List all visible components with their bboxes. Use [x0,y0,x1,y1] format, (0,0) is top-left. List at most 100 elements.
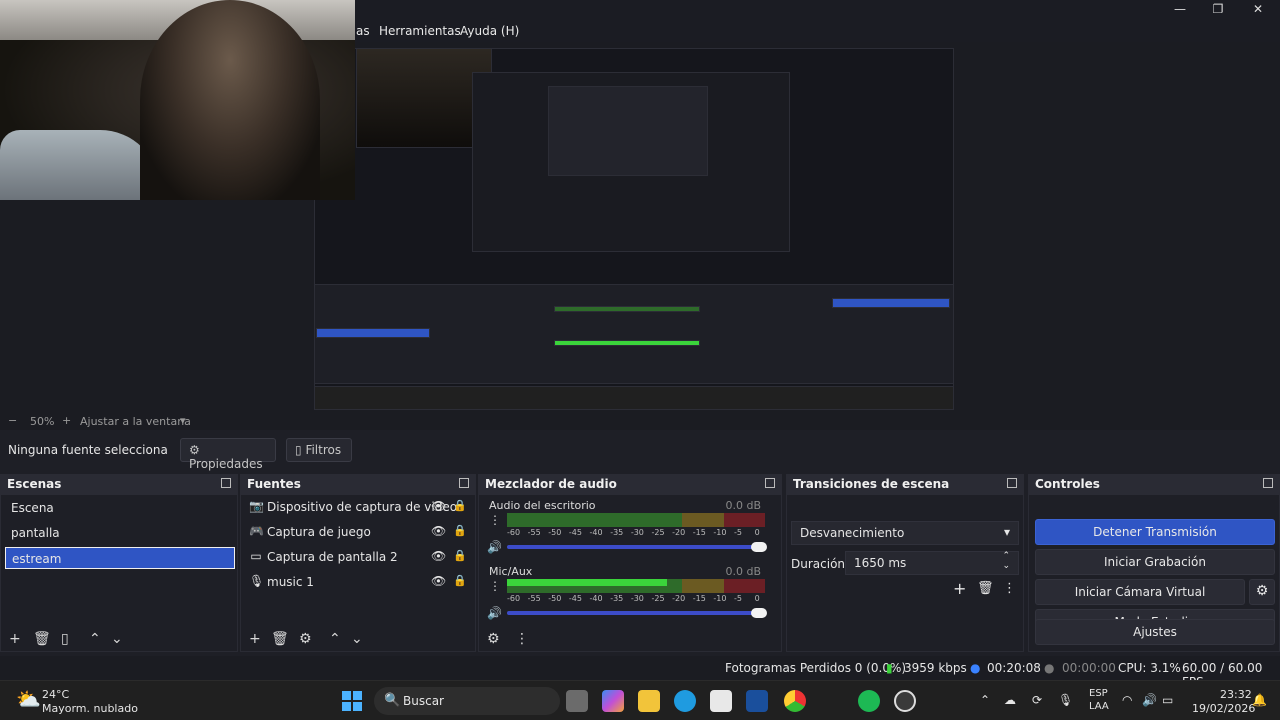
mixer-header: Mezclador de audio [479,475,781,495]
meter-tick-label: -10 [713,528,727,537]
clock-date[interactable]: 19/02/2026 [1192,702,1255,715]
wifi-icon[interactable]: ◠ [1122,693,1132,707]
chevron-down-icon: ▾ [1003,525,1010,539]
source-item[interactable]: ▭ Captura de pantalla 2 👁 🔒 [247,547,471,569]
settings-button[interactable]: Ajustes [1035,619,1275,645]
undock-icon[interactable] [1007,478,1017,488]
edge-icon[interactable] [674,690,696,712]
start-recording-button[interactable]: Iniciar Grabación [1035,549,1275,575]
scene-item[interactable]: pantalla [5,522,235,544]
onedrive-icon[interactable]: ☁ [1004,693,1016,707]
meter-tick-label: -10 [713,594,727,603]
speaker-icon[interactable]: 🔊 [487,540,502,554]
close-icon[interactable]: ✕ [1240,2,1276,18]
virtual-camera-settings-gear-icon[interactable]: ⚙ [1249,579,1275,605]
source-item[interactable]: 🎙 music 1 👁 🔒 [247,572,471,594]
lock-icon[interactable]: 🔒 [453,574,467,587]
lock-icon[interactable]: 🔒 [453,524,467,537]
chrome-icon[interactable] [784,690,806,712]
undock-icon[interactable] [765,478,775,488]
search-box[interactable]: 🔍 Buscar [374,687,560,715]
minimize-icon[interactable]: — [1162,2,1198,18]
filters-button[interactable]: ▯ Filtros [286,438,352,462]
fit-to-window-select[interactable]: Ajustar a la ventana [80,415,191,428]
obs-icon[interactable] [894,690,916,712]
eye-icon[interactable]: 👁 [431,499,446,513]
filter-icon[interactable]: ▯ [61,631,69,647]
undock-icon[interactable] [1263,478,1273,488]
file-explorer-icon[interactable] [638,690,660,712]
speaker-icon[interactable]: 🔊 [487,606,502,620]
stop-streaming-button[interactable]: Detener Transmisión [1035,519,1275,545]
eye-icon[interactable]: 👁 [431,524,446,538]
signal-icon: ▮ [886,661,893,675]
undock-icon[interactable] [221,478,231,488]
zoom-in-button[interactable]: + [62,414,71,427]
volume-slider[interactable] [507,608,767,618]
volume-meter [507,513,765,527]
task-view-icon[interactable] [566,690,588,712]
weather-desc: Mayorm. nublado [42,702,138,715]
notification-icon[interactable]: 🔔 [1252,693,1267,707]
scene-item[interactable]: Escena [5,497,235,519]
copilot-icon[interactable] [602,690,624,712]
audio-mixer-dock: Mezclador de audio Audio del escritorio … [478,474,782,652]
properties-button[interactable]: ⚙ Propiedades [180,438,276,471]
nested-meter-1 [554,306,700,312]
sync-icon[interactable]: ⟳ [1032,693,1042,707]
zoom-out-button[interactable]: − [8,414,17,427]
menu-item-help[interactable]: Ayuda (H) [460,24,519,38]
chevron-down-icon[interactable]: ▾ [180,414,186,427]
trash-icon[interactable]: 🗑 [271,631,289,647]
weather-icon[interactable]: ⛅ [16,687,41,711]
clock-time[interactable]: 23:32 [1220,688,1252,701]
stepper-icon[interactable]: ⌃ ⌄ [1002,551,1010,571]
source-item[interactable]: 📷 Dispositivo de captura de video 👁 🔒 [247,497,471,519]
battery-icon[interactable]: ▭ [1162,693,1173,707]
menu-item-docks[interactable]: as [356,24,370,38]
add-icon[interactable]: + [9,631,21,647]
gear-icon[interactable]: ⚙ [487,631,500,647]
kebab-menu-icon[interactable]: ⋮ [515,631,529,647]
gear-icon[interactable]: ⚙ [299,631,312,647]
security-icon[interactable] [746,690,768,712]
volume-slider[interactable] [507,542,767,552]
eye-icon[interactable]: 👁 [431,549,446,563]
microphone-icon[interactable]: 🎙 [1058,693,1073,707]
add-icon[interactable]: + [953,579,966,598]
start-virtual-camera-button[interactable]: Iniciar Cámara Virtual [1035,579,1245,605]
source-item[interactable]: 🎮 Captura de juego 👁 🔒 [247,522,471,544]
kebab-menu-icon[interactable]: ⋮ [489,579,501,593]
move-up-icon[interactable]: ⌃ [329,631,341,647]
move-down-icon[interactable]: ⌄ [111,631,123,647]
spotify-icon[interactable] [858,690,880,712]
scene-item-selected[interactable]: estream [5,547,235,569]
preview-canvas[interactable] [314,48,954,410]
undock-icon[interactable] [459,478,469,488]
add-icon[interactable]: + [249,631,261,647]
move-up-icon[interactable]: ⌃ [89,631,101,647]
chevron-up-icon[interactable]: ⌃ [980,693,990,707]
meter-tick-label: -60 [507,528,521,537]
language-code[interactable]: ESP [1089,688,1108,699]
eye-icon[interactable]: 👁 [431,574,446,588]
move-down-icon[interactable]: ⌄ [351,631,363,647]
maximize-icon[interactable]: ❐ [1200,2,1236,18]
nested-taskbar [314,386,954,410]
lock-icon[interactable]: 🔒 [453,549,467,562]
transition-select[interactable]: Desvanecimiento ▾ [791,521,1019,545]
duration-field[interactable]: 1650 ms ⌃ ⌄ [845,551,1019,575]
trash-icon[interactable]: 🗑 [977,581,994,596]
scenes-header: Escenas [1,475,237,495]
filters-label: Filtros [305,443,342,457]
volume-icon[interactable]: 🔊 [1142,693,1157,707]
windows-start-icon[interactable] [342,691,362,711]
kebab-menu-icon[interactable]: ⋮ [489,513,501,527]
lock-icon[interactable]: 🔒 [453,499,467,512]
menu-item-tools[interactable]: Herramientas [379,24,461,38]
store-icon[interactable] [710,690,732,712]
kebab-menu-icon[interactable]: ⋮ [1003,581,1016,596]
meter-tick-label: -5 [734,528,743,537]
keyboard-layout[interactable]: LAA [1089,701,1109,712]
trash-icon[interactable]: 🗑 [33,631,51,647]
